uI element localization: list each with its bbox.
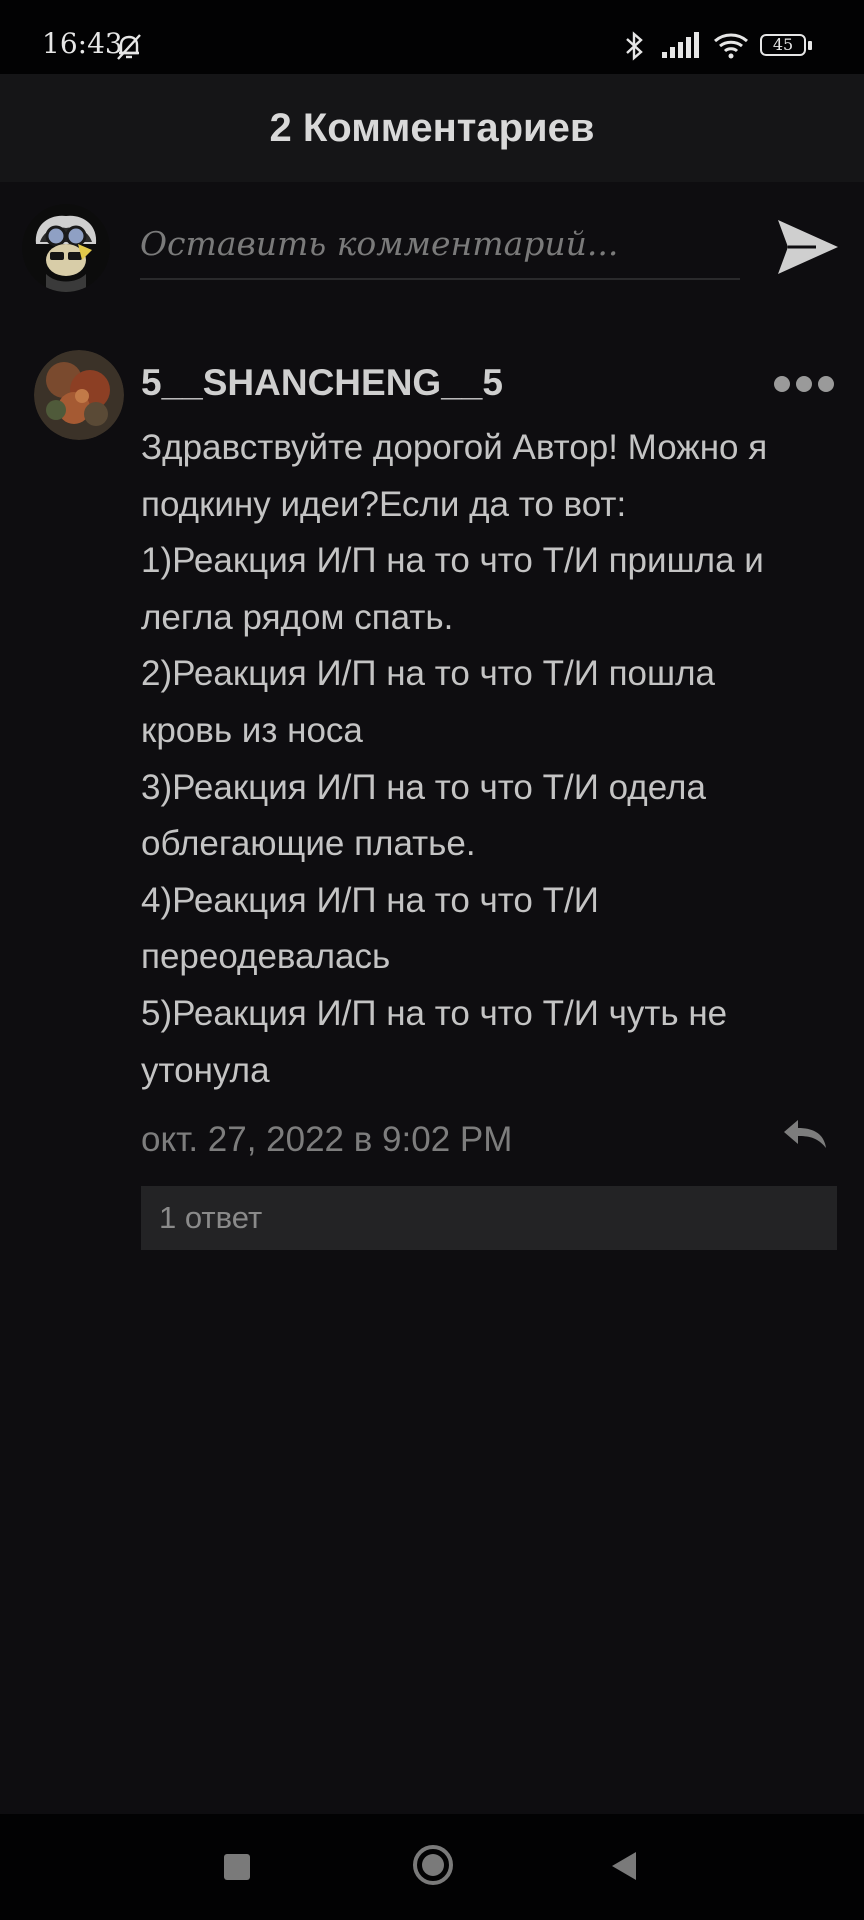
comment-line: подкину идеи?Если да то вот: — [141, 484, 627, 524]
bluetooth-icon — [626, 31, 643, 61]
comment-author-avatar[interactable] — [34, 350, 124, 440]
more-options-icon[interactable] — [774, 372, 834, 396]
page-title: 2 Комментариев — [269, 106, 595, 150]
recents-icon[interactable] — [224, 1854, 250, 1880]
header: 2 Комментариев — [0, 74, 864, 182]
back-icon[interactable] — [610, 1850, 638, 1882]
comment-line: 2)Реакция И/П на то что Т/И пошла — [141, 654, 715, 694]
comment-line: легла рядом спать. — [141, 597, 454, 637]
view-replies-button[interactable]: 1 ответ — [141, 1186, 837, 1250]
home-icon[interactable] — [412, 1844, 454, 1886]
comment-line: кровь из носа — [141, 710, 363, 750]
notifications-off-icon — [117, 34, 141, 60]
comment-line: 3)Реакция И/П на то что Т/И одела — [141, 767, 706, 807]
wifi-icon — [714, 33, 748, 59]
comment-composer — [0, 182, 864, 302]
comment-line: 5)Реакция И/П на то что Т/И чуть не — [141, 993, 728, 1033]
comment-line: 4)Реакция И/П на то что Т/И — [141, 880, 599, 920]
comment-line: облегающие платье. — [141, 824, 476, 864]
comment-line: переодевалась — [141, 937, 391, 977]
send-icon[interactable] — [776, 216, 840, 278]
battery-indicator: 45 — [760, 34, 812, 58]
battery-level: 45 — [772, 35, 794, 54]
comment-timestamp: окт. 27, 2022 в 9:02 PM — [141, 1120, 513, 1159]
comment-line: утонула — [141, 1050, 270, 1090]
comment-input[interactable] — [140, 208, 740, 280]
comment-line: 1)Реакция И/П на то что Т/И пришла и — [141, 541, 764, 581]
reply-icon[interactable] — [780, 1116, 828, 1152]
comment-author[interactable]: 5__SHANCHENG__5 — [141, 364, 503, 401]
replies-count: 1 ответ — [159, 1200, 263, 1235]
comment-line: Здравствуйте дорогой Автор! Можно я — [141, 428, 768, 467]
status-time: 16:43 — [42, 27, 123, 60]
signal-icon — [662, 32, 699, 58]
comment-text: Здравствуйте дорогой Автор! Можно я подк… — [141, 420, 841, 1099]
my-avatar[interactable] — [22, 204, 110, 292]
status-bar: 16:43 45 — [0, 0, 864, 74]
system-navigation-bar — [0, 1814, 864, 1920]
